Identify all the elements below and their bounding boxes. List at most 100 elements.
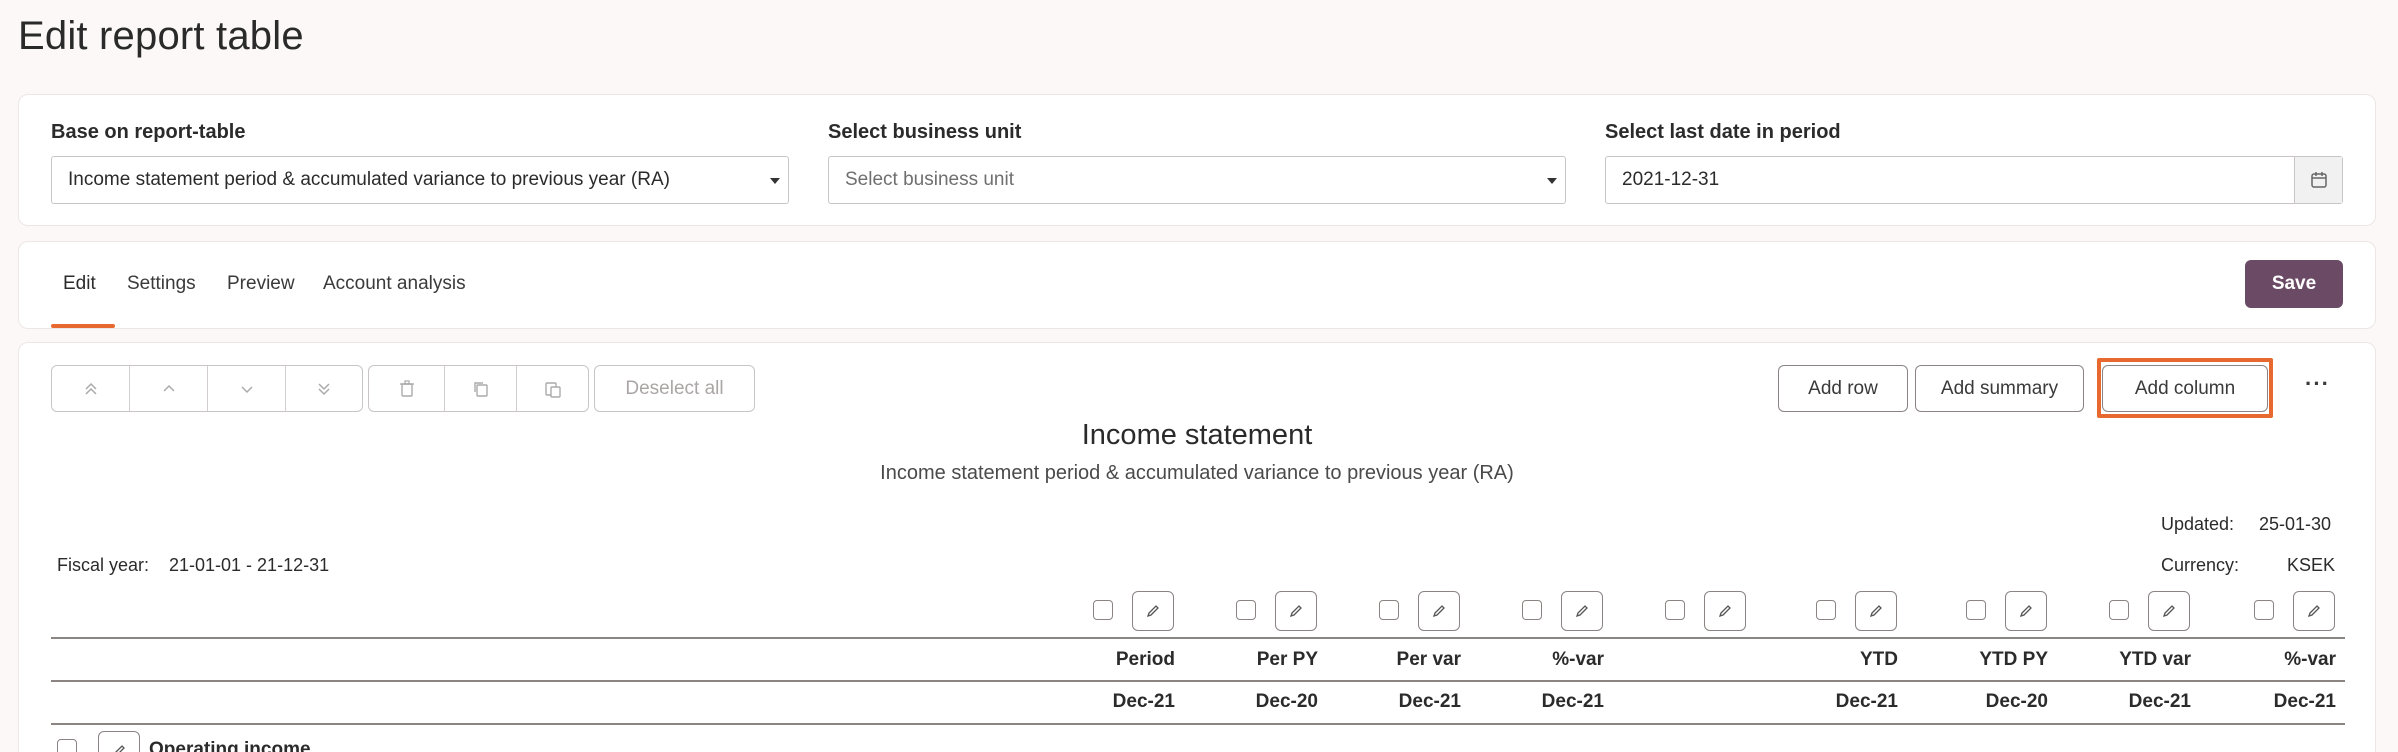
filters-card: Base on report-table Income statement pe… bbox=[18, 94, 2376, 226]
row-checkbox[interactable] bbox=[57, 739, 77, 752]
calendar-button[interactable] bbox=[2294, 157, 2342, 203]
chevron-up-icon bbox=[162, 384, 175, 392]
column-checkbox[interactable] bbox=[2254, 600, 2274, 620]
move-up-button[interactable] bbox=[130, 366, 208, 411]
move-button-group bbox=[51, 365, 363, 412]
date-label: Select last date in period bbox=[1605, 121, 1841, 143]
column-date: Dec-21 bbox=[2128, 691, 2191, 712]
column-date: Dec-21 bbox=[1835, 691, 1898, 712]
column-edit-button[interactable] bbox=[1855, 591, 1897, 631]
column-edit-button[interactable] bbox=[1704, 591, 1746, 631]
column-checkbox[interactable] bbox=[1236, 600, 1256, 620]
column-header: YTD bbox=[1860, 649, 1898, 670]
editor-card: Deselect all Add row Add summary Add col… bbox=[18, 342, 2376, 752]
column-date: Dec-21 bbox=[2273, 691, 2336, 712]
updated-label: Updated: bbox=[2161, 514, 2235, 534]
table-divider bbox=[51, 723, 2345, 725]
move-bottom-button[interactable] bbox=[286, 366, 362, 411]
column-date: Dec-20 bbox=[1985, 691, 2048, 712]
column-edit-button[interactable] bbox=[1418, 591, 1460, 631]
column-header: YTD var bbox=[2119, 649, 2191, 670]
business-unit-label: Select business unit bbox=[828, 121, 1022, 143]
move-down-button[interactable] bbox=[208, 366, 286, 411]
column-edit-button[interactable] bbox=[1132, 591, 1174, 631]
tab-edit[interactable]: Edit bbox=[63, 273, 96, 295]
copy-button[interactable] bbox=[445, 366, 517, 411]
date-input[interactable]: 2021-12-31 bbox=[1605, 156, 2343, 204]
column-checkbox[interactable] bbox=[1966, 600, 1986, 620]
date-field: Select last date in period bbox=[1605, 121, 1841, 145]
double-chevron-down-icon bbox=[318, 382, 330, 395]
pencil-icon bbox=[2162, 605, 2175, 618]
paste-icon bbox=[544, 381, 561, 398]
add-summary-button[interactable]: Add summary bbox=[1915, 365, 2084, 412]
tab-account-analysis[interactable]: Account analysis bbox=[323, 273, 466, 295]
business-unit-placeholder: Select business unit bbox=[845, 169, 1014, 190]
updated-value: 25-01-30 bbox=[2259, 514, 2332, 534]
move-top-button[interactable] bbox=[52, 366, 130, 411]
fiscal-year-value: 21-01-01 - 21-12-31 bbox=[169, 555, 330, 575]
tab-settings[interactable]: Settings bbox=[127, 273, 196, 295]
column-date: Dec-20 bbox=[1255, 691, 1318, 712]
column-checkbox[interactable] bbox=[1093, 600, 1113, 620]
report-subtitle: Income statement period & accumulated va… bbox=[880, 462, 1514, 484]
base-report-select[interactable]: Income statement period & accumulated va… bbox=[51, 156, 789, 204]
column-checkbox[interactable] bbox=[1379, 600, 1399, 620]
copy-icon bbox=[473, 381, 488, 397]
column-checkbox[interactable] bbox=[1816, 600, 1836, 620]
active-tab-indicator bbox=[51, 324, 115, 328]
column-checkbox[interactable] bbox=[2109, 600, 2129, 620]
chevron-down-icon bbox=[770, 178, 780, 184]
pencil-icon bbox=[115, 745, 125, 752]
row-edit-button[interactable] bbox=[98, 731, 140, 752]
row-label: Operating income bbox=[149, 739, 311, 752]
delete-button[interactable] bbox=[369, 366, 445, 411]
edit-button-group bbox=[368, 365, 589, 412]
page-title: Edit report table bbox=[18, 14, 304, 58]
column-edit-button[interactable] bbox=[2148, 591, 2190, 631]
column-checkbox[interactable] bbox=[1665, 600, 1685, 620]
save-button[interactable]: Save bbox=[2245, 260, 2343, 308]
tab-preview[interactable]: Preview bbox=[227, 273, 295, 295]
base-report-label: Base on report-table bbox=[51, 121, 246, 143]
currency-value: KSEK bbox=[2287, 555, 2336, 575]
paste-button[interactable] bbox=[517, 366, 588, 411]
column-header: %-var bbox=[2284, 649, 2336, 670]
chevron-down-icon bbox=[1547, 178, 1557, 184]
fiscal-year-label: Fiscal year: bbox=[57, 555, 150, 575]
column-edit-button[interactable] bbox=[1275, 591, 1317, 631]
pencil-icon bbox=[1869, 605, 1882, 618]
column-header: YTD PY bbox=[1979, 649, 2048, 670]
chevron-down-icon bbox=[240, 385, 253, 393]
tabs-card: Edit Settings Preview Account analysis S… bbox=[18, 241, 2376, 329]
currency-label: Currency: bbox=[2161, 555, 2240, 575]
double-chevron-up-icon bbox=[84, 382, 97, 395]
column-edit-button[interactable] bbox=[2005, 591, 2047, 631]
deselect-all-button[interactable]: Deselect all bbox=[594, 365, 755, 412]
date-value: 2021-12-31 bbox=[1622, 169, 1720, 190]
pencil-icon bbox=[1432, 605, 1445, 618]
pencil-icon bbox=[1718, 605, 1731, 618]
column-edit-button[interactable] bbox=[2293, 591, 2335, 631]
pencil-icon bbox=[2307, 605, 2320, 618]
business-unit-select[interactable]: Select business unit bbox=[828, 156, 1566, 204]
column-date: Dec-21 bbox=[1112, 691, 1175, 712]
table-divider bbox=[51, 680, 2345, 682]
column-header: %-var bbox=[1552, 649, 1604, 670]
column-edit-button[interactable] bbox=[1561, 591, 1603, 631]
pencil-icon bbox=[1146, 605, 1159, 618]
add-column-button[interactable]: Add column bbox=[2102, 365, 2268, 412]
calendar-icon bbox=[2310, 172, 2327, 188]
column-header: Per PY bbox=[1256, 649, 1318, 670]
base-report-field: Base on report-table bbox=[51, 121, 245, 145]
column-date: Dec-21 bbox=[1398, 691, 1461, 712]
business-unit-field: Select business unit bbox=[828, 121, 1021, 145]
more-options-icon[interactable]: ··· bbox=[2305, 371, 2330, 397]
column-date: Dec-21 bbox=[1541, 691, 1604, 712]
pencil-icon bbox=[1289, 605, 1302, 618]
column-header: Per var bbox=[1396, 649, 1461, 670]
add-row-button[interactable]: Add row bbox=[1778, 365, 1908, 412]
column-checkbox[interactable] bbox=[1522, 600, 1542, 620]
pencil-icon bbox=[1575, 605, 1588, 618]
column-header: Period bbox=[1115, 649, 1175, 670]
